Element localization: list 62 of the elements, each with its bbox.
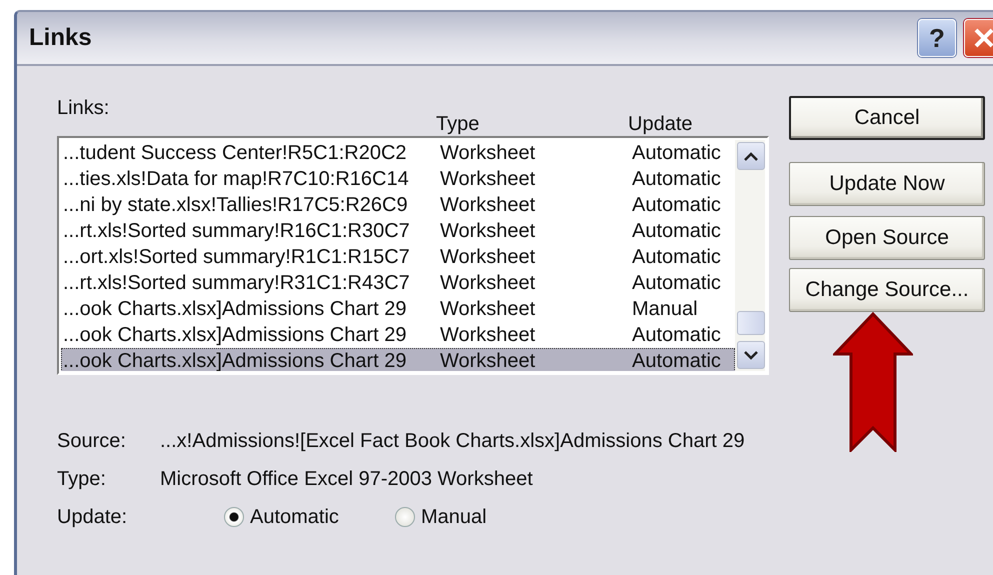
scroll-up-button[interactable] (737, 142, 765, 170)
update-text: Automatic (631, 323, 721, 347)
dialog-button[interactable]: Update Now (789, 162, 985, 206)
list-label: Links: (57, 96, 110, 120)
list-row[interactable]: ...tudent Success Center!R5C1:R20C2 Worksheet Automatic (61, 140, 735, 166)
chevron-up-icon (744, 152, 758, 160)
window-title: Links (29, 24, 93, 52)
type-text: Worksheet (439, 297, 536, 321)
link-text: ...rt.xls!Sorted summary!R31C1:R43C7 (62, 271, 410, 295)
type-text: Worksheet (439, 245, 536, 269)
detail-label: Type: (57, 467, 106, 491)
link-text: ...rt.xls!Sorted summary!R16C1:R30C7 (62, 219, 410, 243)
list-row[interactable]: ...ort.xls!Sorted summary!R1C1:R15C7 Worksheet Automatic (61, 244, 735, 270)
chevron-down-icon (744, 350, 758, 360)
dialog-button[interactable]: Cancel (789, 96, 985, 140)
update-text: Automatic (631, 245, 721, 269)
dialog-button[interactable]: Change Source... (789, 268, 985, 312)
radio-button[interactable] (224, 507, 244, 527)
list-row[interactable]: ...ni by state.xlsx!Tallies!R17C5:R26C9 Worksheet Automatic (61, 192, 735, 218)
dialog-button[interactable]: Open Source (789, 216, 985, 260)
up-arrow-icon (833, 312, 913, 452)
type-text: Worksheet (439, 349, 536, 371)
type-text: Worksheet (439, 193, 536, 217)
link-text: ...ties.xls!Data for map!R7C10:R16C14 (62, 167, 409, 191)
column-header: Update (628, 112, 692, 136)
link-text: ...ni by state.xlsx!Tallies!R17C5:R26C9 (62, 193, 408, 217)
update-text: Automatic (631, 141, 721, 165)
detail-value: ...x!Admissions![Excel Fact Book Charts.xlsx]Admissions Chart 29 (160, 429, 745, 453)
detail-value: Microsoft Office Excel 97-2003 Worksheet (160, 467, 533, 491)
update-text: Automatic (631, 349, 721, 371)
update-text: Manual (631, 297, 698, 321)
radio-label[interactable]: Manual (420, 505, 487, 529)
radio-label[interactable]: Automatic (250, 505, 339, 529)
type-text: Worksheet (439, 219, 536, 243)
type-text: Worksheet (439, 271, 536, 295)
radio-button[interactable] (394, 507, 415, 527)
update-label: Update: (57, 505, 128, 529)
list-row[interactable]: ...rt.xls!Sorted summary!R31C1:R43C7 Worksheet Automatic (61, 270, 735, 296)
type-text: Worksheet (439, 141, 536, 165)
scroll-thumb[interactable] (737, 311, 765, 335)
update-text: Automatic (631, 167, 721, 191)
close-icon (973, 27, 993, 49)
link-text: ...tudent Success Center!R5C1:R20C2 (62, 141, 407, 165)
list-row[interactable]: ...ook Charts.xlsx]Admissions Chart 29 Worksheet Automatic (61, 322, 735, 348)
column-header: Type (436, 112, 480, 136)
link-text: ...ook Charts.xlsx]Admissions Chart 29 (62, 349, 406, 371)
link-text: ...ort.xls!Sorted summary!R1C1:R15C7 (62, 245, 410, 269)
type-text: Worksheet (439, 323, 536, 347)
list-row[interactable]: ...ties.xls!Data for map!R7C10:R16C14 Worksheet Automatic (61, 166, 735, 192)
detail-label: Source: (57, 429, 126, 453)
link-text: ...ook Charts.xlsx]Admissions Chart 29 (62, 323, 406, 347)
list-row[interactable]: ...ook Charts.xlsx]Admissions Chart 29 Worksheet Manual (61, 296, 735, 322)
list-row[interactable]: ...rt.xls!Sorted summary!R16C1:R30C7 Worksheet Automatic (61, 218, 735, 244)
update-text: Automatic (631, 219, 721, 243)
type-text: Worksheet (439, 167, 536, 191)
help-button[interactable]: ? (918, 19, 956, 57)
close-button[interactable] (964, 19, 993, 57)
update-text: Automatic (631, 193, 721, 217)
list-row[interactable]: ...ook Charts.xlsx]Admissions Chart 29 Worksheet Automatic (61, 348, 735, 371)
link-text: ...ook Charts.xlsx]Admissions Chart 29 (62, 297, 406, 321)
scroll-down-button[interactable] (737, 341, 765, 369)
update-text: Automatic (631, 271, 721, 295)
